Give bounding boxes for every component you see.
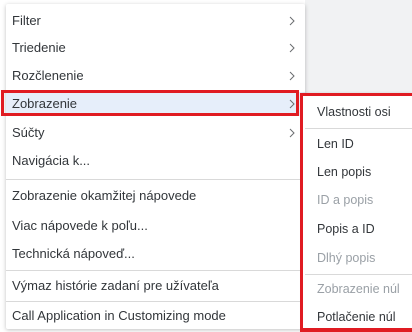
menu-item-zobrazenie[interactable]: Zobrazenie [6,92,305,116]
submenu-item-label: Popis a ID [317,222,375,236]
menu-item-label: Výmaz histórie zadaní pre užívateľa [12,278,219,293]
menu-item-label: Zobrazenie okamžitej nápovede [12,188,197,203]
menu-item-label: Zobrazenie [12,96,78,111]
submenu-item-dlhy-popis: Dlhý popis [303,244,412,272]
menu-item-label: Viac nápovede k poľu... [12,218,148,233]
submenu-item-label: Zobrazenie núl [317,282,400,296]
menu-item-label: Rozčlenenie [12,68,84,83]
menu-item-vymaz-historie[interactable]: Výmaz histórie zadaní pre užívateľa [6,272,305,300]
submenu-separator [305,128,412,129]
menu-item-call-application[interactable]: Call Application in Customizing mode [6,302,305,330]
context-menu: Filter Triedenie Rozčlenenie Zobrazenie … [6,4,305,329]
menu-separator [6,270,305,271]
menu-item-label: Triedenie [12,40,66,55]
submenu-item-len-id[interactable]: Len ID [303,130,412,158]
menu-item-sucty[interactable]: Súčty [6,119,305,147]
chevron-right-icon [287,119,297,147]
submenu-item-len-popis[interactable]: Len popis [303,158,412,186]
submenu-item-potlacenie-nul[interactable]: Potlačenie núl [303,303,412,331]
submenu-item-label: Dlhý popis [317,251,376,265]
menu-item-navigacia[interactable]: Navigácia k... [6,147,305,175]
menu-item-label: Filter [12,13,41,28]
menu-item-label: Call Application in Customizing mode [12,308,226,323]
chevron-right-icon [287,7,297,35]
menu-item-triedenie[interactable]: Triedenie [6,34,305,62]
submenu-item-label: ID a popis [317,193,374,207]
submenu-item-popis-a-id[interactable]: Popis a ID [303,215,412,243]
menu-item-okamzita-napoveda[interactable]: Zobrazenie okamžitej nápovede [6,182,305,210]
submenu-item-label: Len ID [317,137,354,151]
chevron-right-icon [287,62,297,90]
chevron-right-icon [287,34,297,62]
submenu-item-label: Vlastnosti osi [317,105,391,119]
chevron-right-icon [287,92,297,116]
background-panel [305,0,412,100]
menu-item-label: Navigácia k... [12,153,91,168]
menu-item-label: Súčty [12,125,45,140]
submenu-item-label: Len popis [317,165,372,179]
menu-item-viac-napovede[interactable]: Viac nápovede k poľu... [6,212,305,240]
menu-item-rozclenenie[interactable]: Rozčlenenie [6,62,305,90]
menu-item-label: Technická nápoveď... [12,246,135,261]
menu-item-filter[interactable]: Filter [6,7,305,35]
submenu-item-label: Potlačenie núl [317,310,396,324]
submenu-item-id-a-popis: ID a popis [303,186,412,214]
menu-item-technicka-napoved[interactable]: Technická nápoveď... [6,240,305,268]
menu-separator [6,179,305,180]
submenu-zobrazenie: Vlastnosti osi Len ID Len popis ID a pop… [303,93,412,332]
submenu-item-zobrazenie-nul: Zobrazenie núl [303,275,412,303]
submenu-item-vlastnosti-osi[interactable]: Vlastnosti osi [303,98,412,126]
